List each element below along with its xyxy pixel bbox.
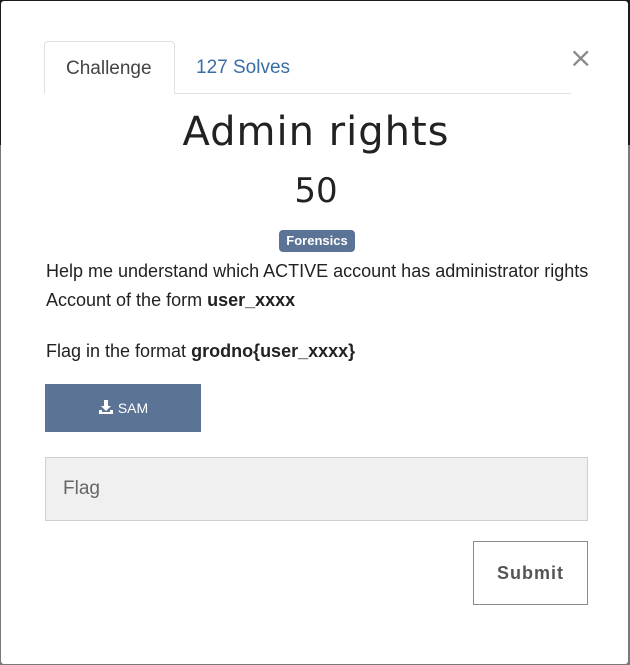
challenge-points: 50	[294, 171, 338, 211]
flag-format-prefix: Flag in the format	[46, 341, 192, 361]
challenge-title: Admin rights	[182, 109, 450, 155]
file-download-button[interactable]: SAM	[45, 384, 201, 432]
flag-input[interactable]	[45, 457, 588, 521]
description-text: Help me understand which ACTIVE account …	[46, 261, 589, 310]
tab-solves[interactable]: 127 Solves	[175, 41, 311, 93]
description-bold: user_xxxx	[207, 290, 296, 310]
category-badge: Forensics	[279, 230, 355, 252]
close-button[interactable]: ×	[569, 44, 592, 72]
flag-format-example: grodno{user_xxxx}	[191, 341, 356, 361]
challenge-description: Help me understand which ACTIVE account …	[46, 257, 591, 315]
challenge-tabs: Challenge 127 Solves	[44, 41, 571, 94]
tab-challenge[interactable]: Challenge	[44, 41, 175, 94]
submit-button[interactable]: Submit	[473, 541, 588, 605]
file-label: SAM	[117, 400, 149, 416]
download-icon	[98, 386, 114, 434]
close-icon: ×	[569, 41, 593, 74]
flag-format-text: Flag in the format grodno{user_xxxx}	[46, 337, 591, 366]
challenge-modal: × Challenge 127 Solves Admin rights 50 F…	[1, 1, 628, 664]
